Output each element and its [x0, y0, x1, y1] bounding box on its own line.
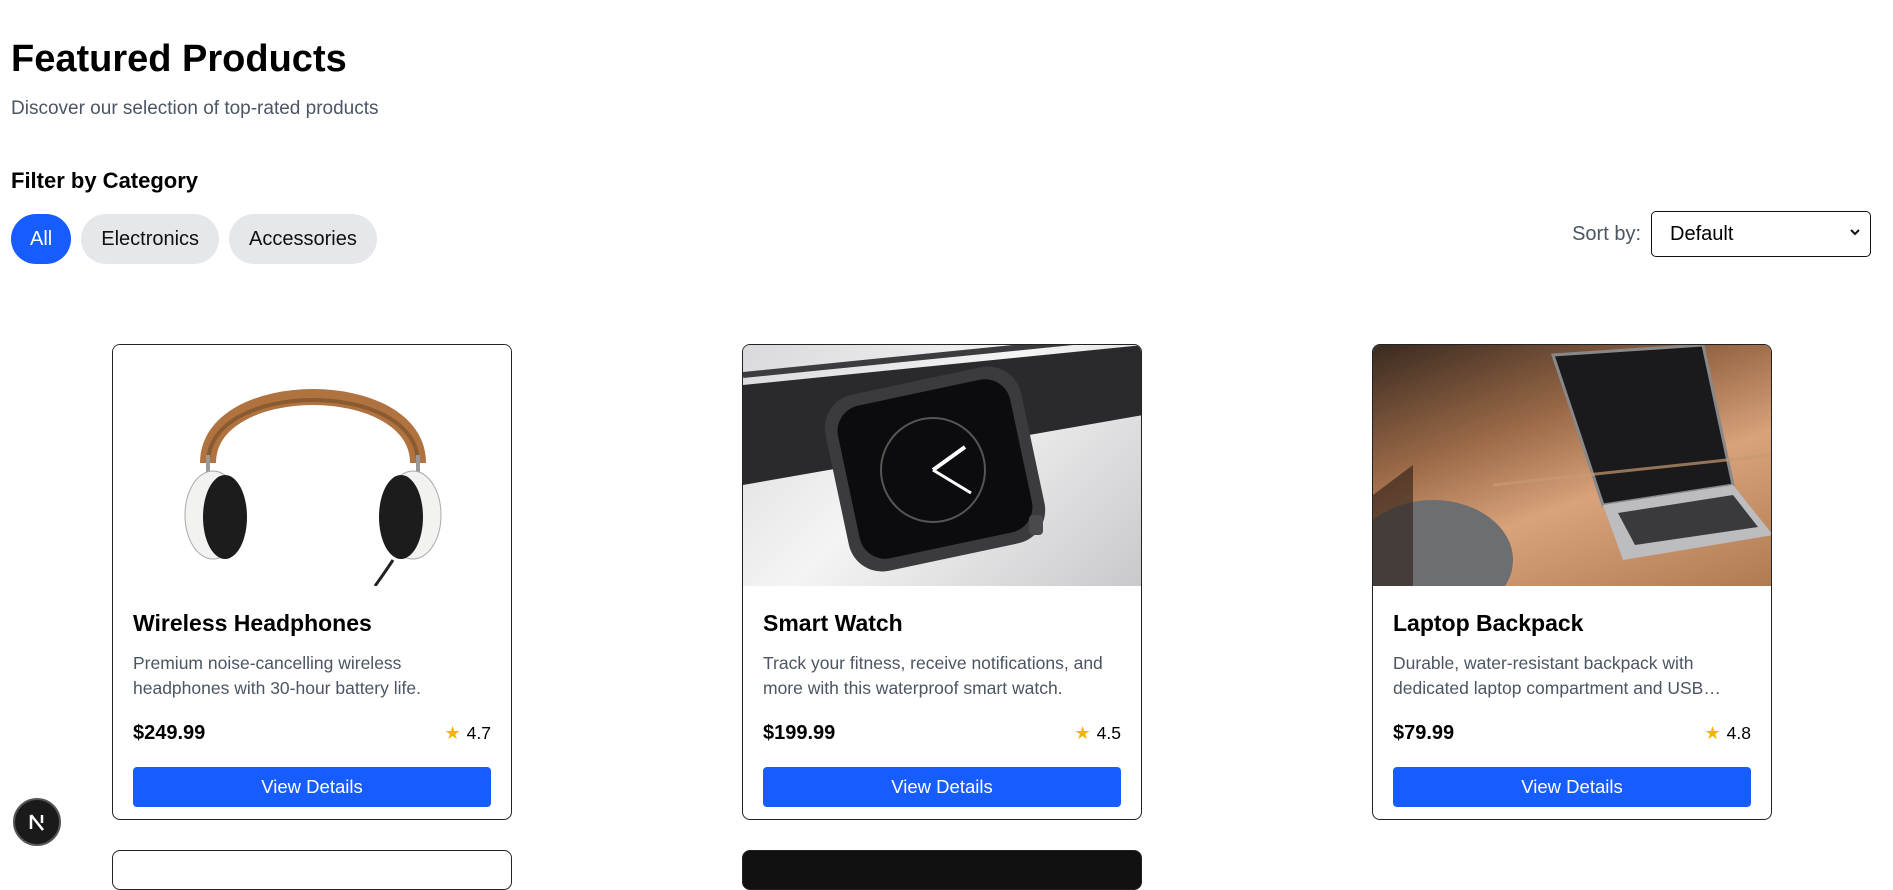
product-card-next-row [742, 850, 1142, 890]
rating-value: 4.8 [1726, 722, 1751, 743]
product-price: $249.99 [133, 721, 206, 744]
sort-selected-value: Default [1670, 222, 1734, 245]
view-details-button[interactable]: View Details [763, 767, 1121, 807]
product-description: Track your fitness, receive notification… [763, 653, 1103, 698]
product-card: Smart Watch Track your fitness, receive … [742, 344, 1142, 820]
star-icon: ★ [1704, 722, 1721, 743]
page-subtitle: Discover our selection of top-rated prod… [11, 98, 379, 119]
product-rating: ★ 4.8 [1705, 723, 1751, 744]
product-name: Wireless Headphones [133, 610, 372, 636]
rating-value: 4.7 [466, 722, 491, 743]
sort-control: Sort by: Default [1572, 211, 1871, 257]
product-rating: ★ 4.7 [445, 723, 491, 744]
product-rating: ★ 4.5 [1075, 723, 1121, 744]
star-icon: ★ [444, 722, 461, 743]
filter-heading: Filter by Category [11, 168, 199, 193]
headphones-photo [113, 345, 511, 586]
category-chip-all[interactable]: All [11, 214, 72, 264]
category-chip-accessories[interactable]: Accessories [229, 214, 377, 264]
sort-label: Sort by: [1572, 222, 1641, 245]
product-description: Durable, water-resistant backpack with d… [1393, 653, 1721, 698]
category-chip-electronics[interactable]: Electronics [81, 214, 220, 264]
page-title: Featured Products [11, 38, 347, 80]
nextjs-logo-icon[interactable] [13, 798, 61, 846]
smart-watch-photo [743, 345, 1141, 586]
laptop-photo [1373, 345, 1771, 586]
product-price: $79.99 [1393, 721, 1455, 744]
product-card: Wireless Headphones Premium noise-cancel… [112, 344, 512, 820]
view-details-button[interactable]: View Details [133, 767, 491, 807]
product-card-next-row [112, 850, 512, 890]
star-icon: ★ [1074, 722, 1091, 743]
product-description: Premium noise-cancelling wireless headph… [133, 653, 421, 698]
product-name: Smart Watch [763, 610, 903, 636]
product-name: Laptop Backpack [1393, 610, 1584, 636]
category-filter-chips: All Electronics Accessories [11, 214, 377, 264]
sort-select[interactable]: Default [1651, 211, 1871, 257]
rating-value: 4.5 [1096, 722, 1121, 743]
product-card: Laptop Backpack Durable, water-resistant… [1372, 344, 1772, 820]
product-price: $199.99 [763, 721, 836, 744]
view-details-button[interactable]: View Details [1393, 767, 1751, 807]
chevron-down-icon [1850, 229, 1860, 236]
